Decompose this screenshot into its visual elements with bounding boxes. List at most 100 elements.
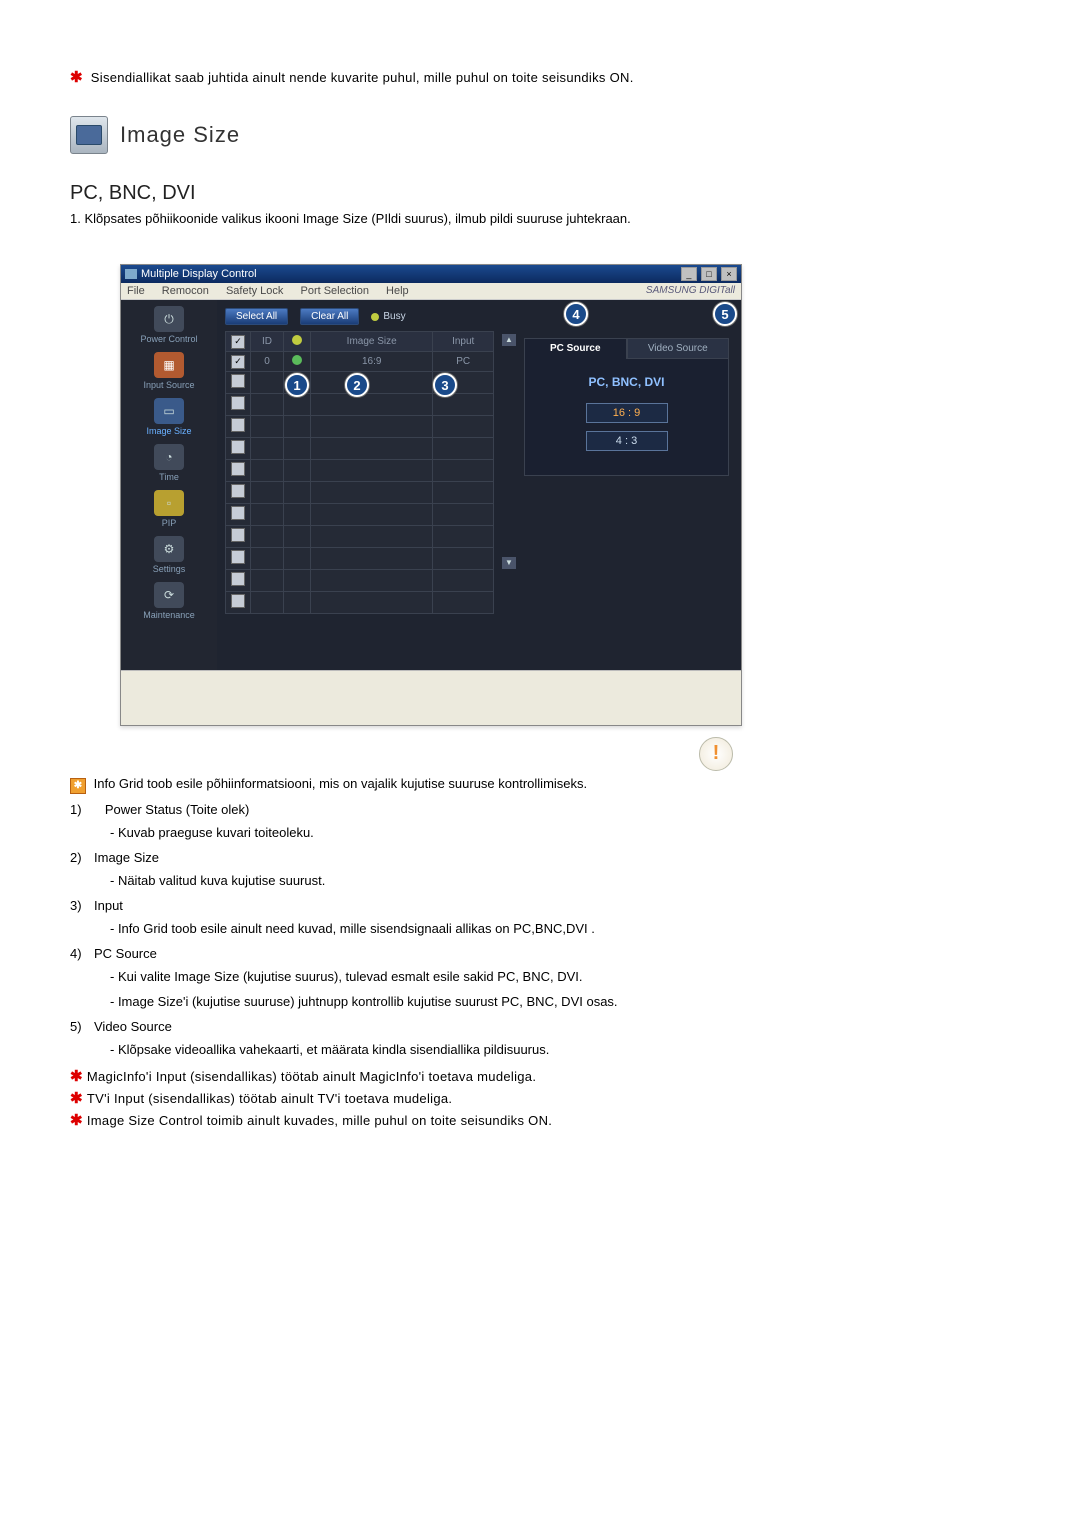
row-checkbox[interactable] [231, 418, 245, 432]
maintenance-icon: ⟳ [154, 582, 184, 608]
sidebar-item-settings[interactable]: ⚙ Settings [121, 536, 217, 574]
col-input: Input [433, 332, 494, 352]
callout-4: 4 [564, 302, 588, 326]
menu-help[interactable]: Help [386, 285, 409, 297]
sidebar-item-label: Image Size [121, 426, 217, 436]
header-checkbox[interactable] [231, 335, 245, 349]
window-titlebar: Multiple Display Control _ □ × [121, 265, 741, 283]
callout-1: 1 [285, 373, 309, 397]
info-grid-line: ✱ Info Grid toob esile põhiinformatsioon… [70, 776, 1010, 794]
subheading: PC, BNC, DVI [70, 182, 1010, 205]
settings-icon: ⚙ [154, 536, 184, 562]
star-icon: ✱ [70, 1112, 83, 1129]
star-icon: ✱ [70, 1068, 83, 1085]
def-num: 4) [70, 946, 94, 961]
star-icon: ✱ [70, 69, 83, 86]
cell-id: 0 [251, 352, 284, 372]
sidebar-item-maintenance[interactable]: ⟳ Maintenance [121, 582, 217, 620]
window-controls: _ □ × [680, 267, 737, 281]
row-checkbox[interactable] [231, 594, 245, 608]
table-row[interactable] [226, 416, 494, 438]
def-title: Input [94, 898, 123, 913]
def-line: - Kuvab praeguse kuvari toiteoleku. [110, 825, 1010, 840]
clear-all-button[interactable]: Clear All [300, 308, 359, 325]
footnote-text: TV'i Input (sisendallikas) töötab ainult… [87, 1091, 452, 1106]
grid-scrollbar[interactable]: ▲ ▼ [502, 308, 516, 569]
table-row[interactable] [226, 394, 494, 416]
cell-input: PC [433, 352, 494, 372]
def-title: Video Source [94, 1019, 172, 1034]
callout-5: 5 [713, 302, 737, 326]
row-checkbox[interactable] [231, 462, 245, 476]
menu-file[interactable]: File [127, 285, 145, 297]
top-note: ✱ Sisendiallikat saab juhtida ainult nen… [70, 68, 1010, 86]
row-checkbox[interactable] [231, 355, 245, 369]
tab-video-source[interactable]: Video Source [627, 338, 730, 359]
table-row[interactable]: 0 16:9 PC [226, 352, 494, 372]
col-status-icon [284, 332, 311, 352]
sidebar-item-input-source[interactable]: ▦ Input Source [121, 352, 217, 390]
row-checkbox[interactable] [231, 572, 245, 586]
busy-label: Busy [383, 311, 405, 322]
star-icon: ✱ [70, 1090, 83, 1107]
footnote-text: Image Size Control toimib ainult kuvades… [87, 1113, 552, 1128]
maximize-button[interactable]: □ [701, 267, 717, 281]
table-row[interactable] [226, 548, 494, 570]
table-row[interactable] [226, 438, 494, 460]
footnotes: ✱MagicInfo'i Input (sisendallikas) tööta… [70, 1067, 1010, 1129]
def-title: Image Size [94, 850, 159, 865]
table-row[interactable] [226, 592, 494, 614]
table-row[interactable] [226, 570, 494, 592]
window-title: Multiple Display Control [141, 268, 257, 280]
minimize-button[interactable]: _ [681, 267, 697, 281]
menu-port-selection[interactable]: Port Selection [300, 285, 368, 297]
ratio-4-3-button[interactable]: 4 : 3 [586, 431, 668, 451]
table-row[interactable] [226, 460, 494, 482]
def-line: - Image Size'i (kujutise suuruse) juhtnu… [110, 994, 1010, 1009]
app-window: Multiple Display Control _ □ × File Remo… [120, 264, 742, 726]
row-checkbox[interactable] [231, 440, 245, 454]
sidebar-item-time[interactable]: ◔ Time [121, 444, 217, 482]
menubar: File Remocon Safety Lock Port Selection … [121, 283, 741, 300]
panel-title: PC, BNC, DVI [535, 375, 718, 389]
row-checkbox[interactable] [231, 506, 245, 520]
table-row[interactable] [226, 526, 494, 548]
info-grid: ID Image Size Input 0 16:9 PC [225, 331, 494, 614]
sidebar-item-power-control[interactable]: ⏻ Power Control [121, 306, 217, 344]
def-title: Power Status (Toite olek) [105, 802, 250, 817]
row-checkbox[interactable] [231, 484, 245, 498]
section-heading: Image Size [70, 116, 1010, 154]
sidebar-item-label: Settings [121, 564, 217, 574]
image-size-sidebar-icon: ▭ [154, 398, 184, 424]
def-line: - Kui valite Image Size (kujutise suurus… [110, 969, 1010, 984]
cell-image-size: 16:9 [311, 352, 433, 372]
scroll-down-icon[interactable]: ▼ [502, 557, 516, 569]
menu-safety-lock[interactable]: Safety Lock [226, 285, 283, 297]
row-checkbox[interactable] [231, 374, 245, 388]
ratio-16-9-button[interactable]: 16 : 9 [586, 403, 668, 423]
right-panel: 4 5 PC Source Video Source PC, BNC, DVI … [516, 308, 737, 670]
select-all-button[interactable]: Select All [225, 308, 288, 325]
menu-remocon[interactable]: Remocon [162, 285, 209, 297]
intro-line: 1. Klõpsates põhiikoonide valikus ikooni… [70, 211, 1010, 226]
app-icon [125, 269, 137, 279]
row-checkbox[interactable] [231, 396, 245, 410]
busy-dot-icon [371, 313, 379, 321]
sidebar-item-pip[interactable]: ▫ PIP [121, 490, 217, 528]
info-grid-text: Info Grid toob esile põhiinformatsiooni,… [94, 776, 588, 791]
image-size-icon [70, 116, 108, 154]
sidebar-item-image-size[interactable]: ▭ Image Size [121, 398, 217, 436]
row-checkbox[interactable] [231, 550, 245, 564]
close-button[interactable]: × [721, 267, 737, 281]
app-footer: ! [121, 670, 741, 725]
sidebar-item-label: PIP [121, 518, 217, 528]
table-row[interactable] [226, 482, 494, 504]
tab-pc-source[interactable]: PC Source [524, 338, 627, 359]
info-icon: ✱ [70, 778, 86, 794]
busy-indicator: Busy [371, 311, 405, 322]
table-row[interactable] [226, 504, 494, 526]
def-num: 5) [70, 1019, 94, 1034]
row-checkbox[interactable] [231, 528, 245, 542]
def-line: - Klõpsake videoallika vahekaarti, et mä… [110, 1042, 1010, 1057]
scroll-up-icon[interactable]: ▲ [502, 334, 516, 346]
